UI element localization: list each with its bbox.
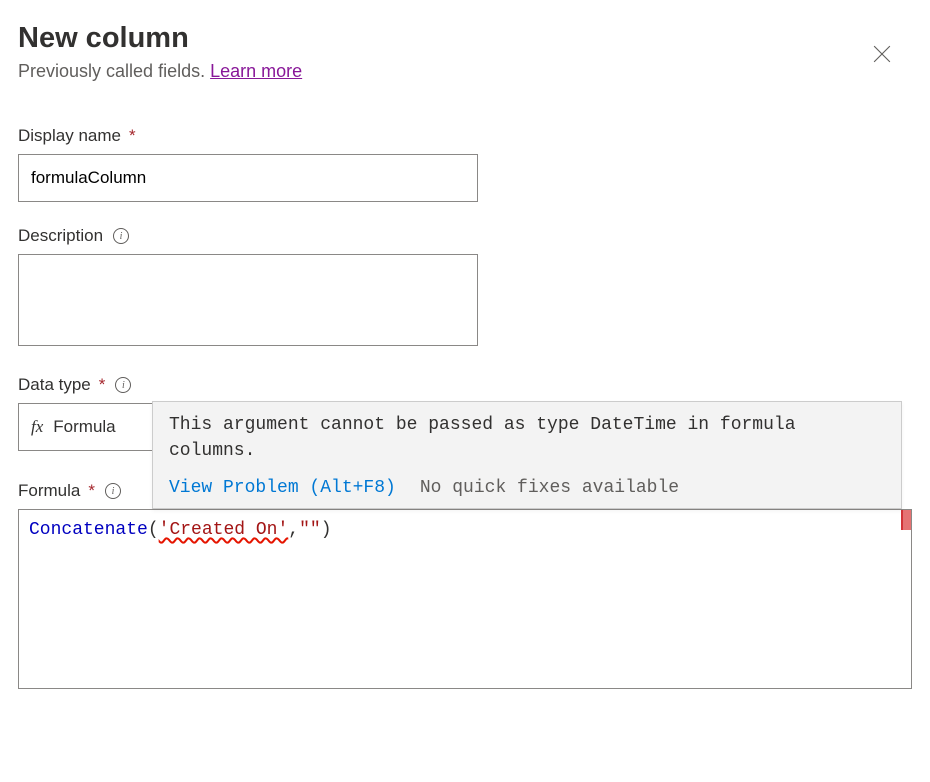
view-problem-link[interactable]: View Problem (Alt+F8) — [169, 478, 396, 498]
learn-more-link[interactable]: Learn more — [210, 61, 302, 81]
info-icon[interactable]: i — [113, 228, 129, 244]
close-icon — [873, 45, 891, 63]
no-fixes-text: No quick fixes available — [420, 478, 679, 498]
error-message: This argument cannot be passed as type D… — [153, 402, 901, 472]
page-title: New column — [18, 22, 912, 55]
formula-code: Concatenate('Created On',"") — [29, 520, 332, 540]
info-icon[interactable]: i — [115, 377, 131, 393]
close-button[interactable] — [866, 38, 898, 70]
display-name-input[interactable] — [18, 154, 478, 202]
error-tooltip: This argument cannot be passed as type D… — [152, 401, 902, 509]
fx-icon: fx — [31, 417, 43, 437]
formula-editor[interactable]: Concatenate('Created On',"") — [18, 509, 912, 689]
page-subtitle: Previously called fields. Learn more — [18, 61, 912, 82]
data-type-label: Data type* i — [18, 375, 912, 395]
subtitle-text: Previously called fields. — [18, 61, 210, 81]
description-label: Description i — [18, 226, 912, 246]
description-input[interactable] — [18, 254, 478, 346]
info-icon[interactable]: i — [105, 483, 121, 499]
error-scroll-marker — [901, 510, 911, 530]
data-type-value: Formula — [53, 417, 115, 437]
display-name-label: Display name* — [18, 126, 912, 146]
